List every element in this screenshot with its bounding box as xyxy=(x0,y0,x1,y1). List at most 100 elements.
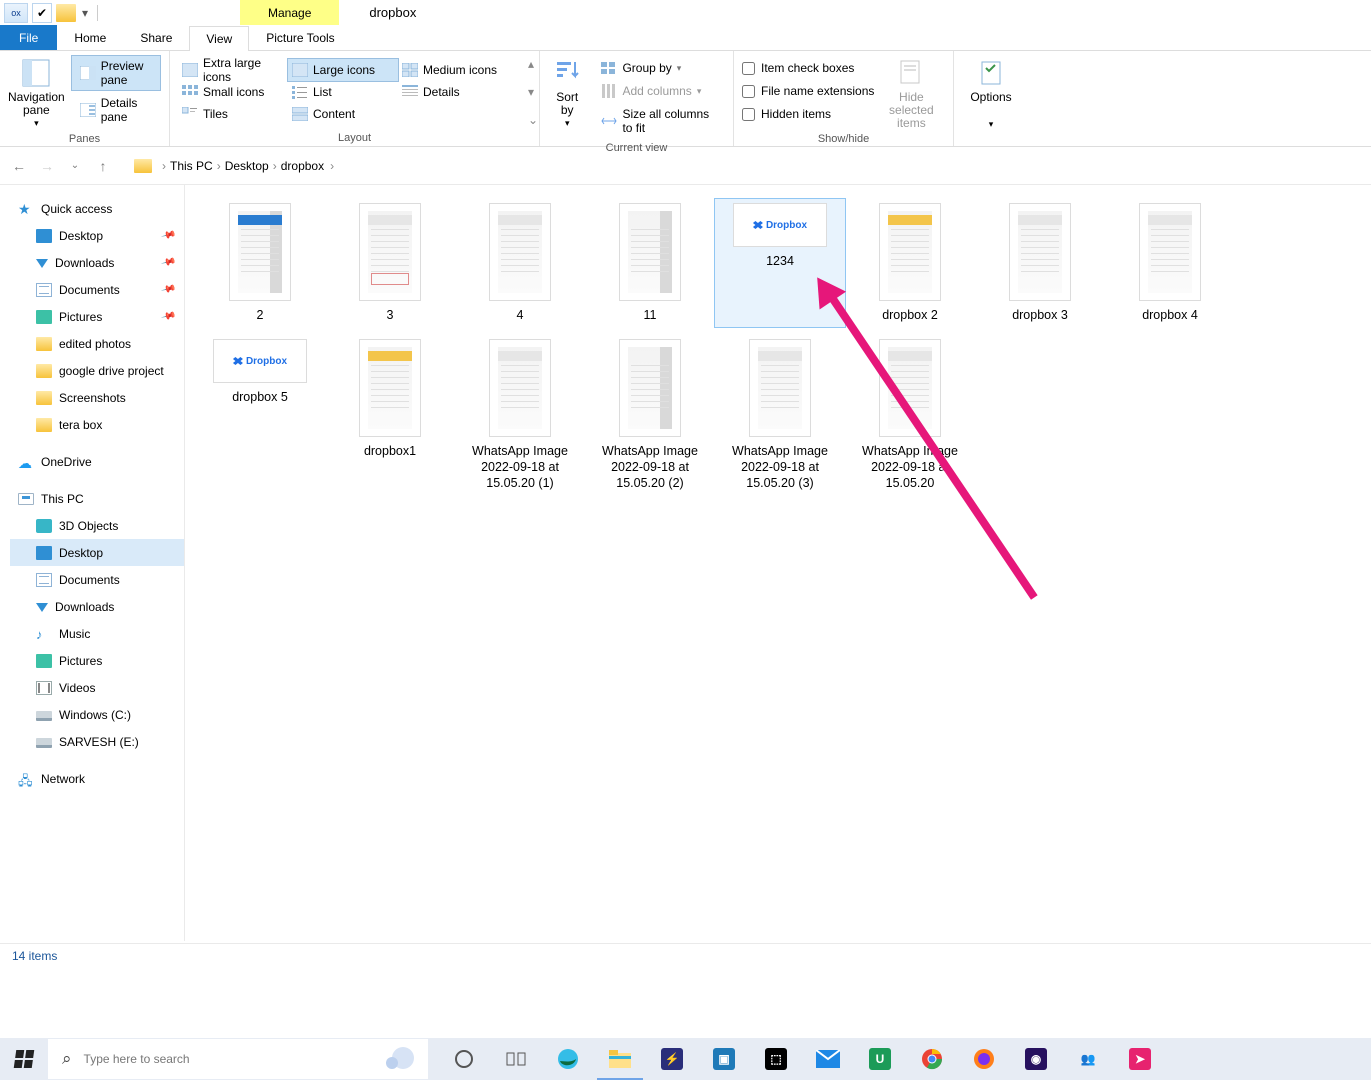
file-item[interactable]: Dropbox1234 xyxy=(715,199,845,327)
qat-app-icon[interactable]: ox xyxy=(4,3,28,23)
file-item[interactable]: dropbox1 xyxy=(325,335,455,495)
tree-qa-screenshots[interactable]: Screenshots xyxy=(10,384,184,411)
layout-list[interactable]: List xyxy=(288,81,398,103)
navigation-pane-icon xyxy=(20,57,52,89)
file-item[interactable]: dropbox 4 xyxy=(1105,199,1235,327)
tree-qa-pictures[interactable]: Pictures📌 xyxy=(10,303,184,330)
file-item[interactable]: 4 xyxy=(455,199,585,327)
preview-pane-button[interactable]: Preview pane xyxy=(71,55,161,91)
taskbar-dropbox-icon[interactable]: ⬚ xyxy=(750,1038,802,1080)
taskbar-store-icon[interactable]: ▣ xyxy=(698,1038,750,1080)
content-pane[interactable]: 23 4 11Dropbox1234dropbox 2 dropbox 3 dropbo… xyxy=(185,185,1371,941)
tree-videos[interactable]: Videos xyxy=(10,674,184,701)
tree-downloads[interactable]: Downloads xyxy=(10,593,184,620)
navigation-pane-button[interactable]: Navigation pane▾ xyxy=(8,55,65,130)
tree-qa-edited-photos[interactable]: edited photos xyxy=(10,330,184,357)
file-item[interactable]: WhatsApp Image 2022-09-18 at 15.05.20 xyxy=(845,335,975,495)
layout-scroll-down-icon[interactable]: ▾ xyxy=(528,85,538,99)
tab-share[interactable]: Share xyxy=(123,25,189,50)
up-button[interactable]: ↑ xyxy=(92,155,114,177)
taskbar-cortana-icon[interactable] xyxy=(438,1038,490,1080)
tree-qa-documents[interactable]: Documents📌 xyxy=(10,276,184,303)
taskbar-firefox-icon[interactable] xyxy=(958,1038,1010,1080)
tree-3d-objects[interactable]: 3D Objects xyxy=(10,512,184,539)
taskbar-edge-icon[interactable] xyxy=(542,1038,594,1080)
taskbar-apps: ⚡▣⬚ U ◉👥➤ xyxy=(438,1038,1166,1080)
tab-view[interactable]: View xyxy=(189,26,249,51)
size-columns-button[interactable]: Size all columns to fit xyxy=(592,103,725,139)
tree-drive-e[interactable]: SARVESH (E:) xyxy=(10,728,184,755)
file-name: dropbox 4 xyxy=(1142,307,1198,323)
crumb-this-pc[interactable]: This PC xyxy=(170,159,213,173)
taskbar-task-view-icon[interactable] xyxy=(490,1038,542,1080)
recent-locations-button[interactable]: ⌄ xyxy=(64,155,86,177)
tree-network[interactable]: 🖧Network xyxy=(10,765,184,792)
tab-picture-tools[interactable]: Picture Tools xyxy=(249,25,351,50)
options-icon xyxy=(975,57,1007,89)
sort-by-button[interactable]: Sort by▾ xyxy=(548,55,586,130)
hidden-items-toggle[interactable]: Hidden items xyxy=(742,103,874,125)
tab-home[interactable]: Home xyxy=(57,25,123,50)
crumb-dropbox[interactable]: dropbox xyxy=(281,159,324,173)
taskbar-app-pink-icon[interactable]: ➤ xyxy=(1114,1038,1166,1080)
tree-quick-access[interactable]: ★Quick access xyxy=(10,195,184,222)
tree-documents[interactable]: Documents xyxy=(10,566,184,593)
taskbar-app-green-icon[interactable]: U xyxy=(854,1038,906,1080)
file-item[interactable]: WhatsApp Image 2022-09-18 at 15.05.20 (3… xyxy=(715,335,845,495)
breadcrumb-folder-icon[interactable] xyxy=(134,159,152,173)
file-item[interactable]: WhatsApp Image 2022-09-18 at 15.05.20 (2… xyxy=(585,335,715,495)
file-item[interactable]: Dropboxdropbox 5 xyxy=(195,335,325,495)
tree-qa-terabox[interactable]: tera box xyxy=(10,411,184,438)
qat-dropdown-icon[interactable]: ▾ xyxy=(80,6,90,20)
qat-folder-icon[interactable] xyxy=(56,4,76,22)
tree-qa-google-drive[interactable]: google drive project xyxy=(10,357,184,384)
file-item[interactable]: 2 xyxy=(195,199,325,327)
options-button[interactable]: Options▾ xyxy=(962,55,1020,131)
layout-large[interactable]: Large icons xyxy=(288,59,398,81)
context-tab-manage[interactable]: Manage xyxy=(240,0,339,25)
tree-drive-c[interactable]: Windows (C:) xyxy=(10,701,184,728)
tree-pictures[interactable]: Pictures xyxy=(10,647,184,674)
taskbar-teams-icon[interactable]: 👥 xyxy=(1062,1038,1114,1080)
tree-music[interactable]: ♪Music xyxy=(10,620,184,647)
quick-access-toolbar: ox ✔ ▾ xyxy=(0,3,105,23)
taskbar-app-blue-icon[interactable]: ⚡ xyxy=(646,1038,698,1080)
layout-content[interactable]: Content xyxy=(288,103,398,125)
tree-onedrive[interactable]: ☁OneDrive xyxy=(10,448,184,475)
details-pane-button[interactable]: Details pane xyxy=(71,92,161,128)
layout-medium[interactable]: Medium icons xyxy=(398,59,518,81)
file-item[interactable]: WhatsApp Image 2022-09-18 at 15.05.20 (1… xyxy=(455,335,585,495)
crumb-desktop[interactable]: Desktop xyxy=(225,159,269,173)
layout-scroll-up-icon[interactable]: ▴ xyxy=(528,57,538,71)
layout-extra-large[interactable]: Extra large icons xyxy=(178,59,288,81)
layout-small[interactable]: Small icons xyxy=(178,81,288,103)
tab-file[interactable]: File xyxy=(0,25,57,50)
file-item[interactable]: dropbox 2 xyxy=(845,199,975,327)
explorer-body: ★Quick access Desktop📌 Downloads📌 Docume… xyxy=(0,185,1371,941)
taskbar-explorer-icon[interactable] xyxy=(594,1038,646,1080)
file-extensions-toggle[interactable]: File name extensions xyxy=(742,80,874,102)
qat-checkbox[interactable]: ✔ xyxy=(32,3,52,23)
file-name: dropbox 3 xyxy=(1012,307,1068,323)
layout-expand-icon[interactable]: ⌄ xyxy=(528,113,538,127)
layout-details[interactable]: Details xyxy=(398,81,518,103)
back-button[interactable]: ← xyxy=(8,155,30,177)
file-item[interactable]: 3 xyxy=(325,199,455,327)
layout-tiles[interactable]: Tiles xyxy=(178,103,288,125)
file-item[interactable]: 11 xyxy=(585,199,715,327)
tree-qa-downloads[interactable]: Downloads📌 xyxy=(10,249,184,276)
title-bar: ox ✔ ▾ Manage dropbox xyxy=(0,0,1371,25)
tree-desktop[interactable]: Desktop xyxy=(10,539,184,566)
tree-qa-desktop[interactable]: Desktop📌 xyxy=(10,222,184,249)
file-name: WhatsApp Image 2022-09-18 at 15.05.20 (1… xyxy=(458,443,582,491)
start-button[interactable] xyxy=(0,1038,48,1080)
group-by-button[interactable]: Group by ▾ xyxy=(592,57,725,79)
file-item[interactable]: dropbox 3 xyxy=(975,199,1105,327)
taskbar-mail-icon[interactable] xyxy=(802,1038,854,1080)
taskbar-app-purple-icon[interactable]: ◉ xyxy=(1010,1038,1062,1080)
item-checkboxes-toggle[interactable]: Item check boxes xyxy=(742,57,874,79)
taskbar-search[interactable]: ⌕ Type here to search xyxy=(48,1039,428,1079)
file-name: 4 xyxy=(517,307,524,323)
tree-this-pc[interactable]: This PC xyxy=(10,485,184,512)
taskbar-chrome-icon[interactable] xyxy=(906,1038,958,1080)
